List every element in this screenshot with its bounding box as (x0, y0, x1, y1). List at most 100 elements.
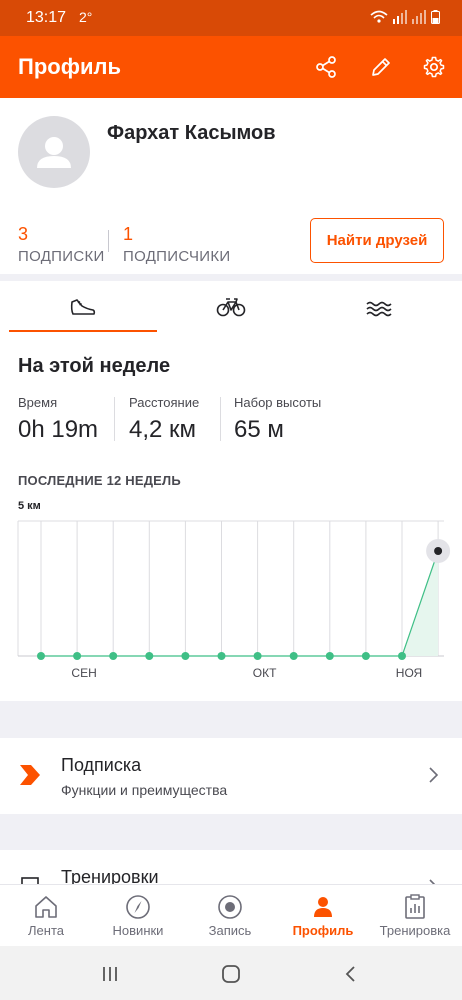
nav-label: Новинки (112, 923, 164, 938)
metric-value: 65 м (234, 416, 284, 443)
status-icons (370, 10, 440, 24)
followers-count: 1 (123, 224, 134, 244)
tab-swim[interactable] (305, 281, 453, 333)
nav-record[interactable]: Запись (184, 885, 276, 947)
chart-point (73, 652, 82, 660)
chart-series-line (41, 550, 439, 657)
sport-tabs (0, 281, 462, 333)
tab-ride[interactable] (157, 281, 305, 333)
find-friends-button[interactable]: Найти друзей (310, 218, 444, 263)
clipboard-chart-icon (405, 894, 425, 919)
signal-2-icon (412, 10, 426, 24)
signal-icon (393, 10, 407, 24)
wifi-icon (370, 10, 388, 23)
share-icon (316, 56, 336, 78)
section-divider (0, 274, 462, 281)
chart-point (361, 652, 370, 660)
metric-label: Набор высоты (234, 395, 322, 410)
status-bar: 13:17 2° (0, 0, 462, 36)
this-week-section: На этой неделе Время 0h 19m Расстояние 4… (0, 333, 462, 701)
following-count: 3 (18, 224, 29, 244)
nav-profile[interactable]: Профиль (277, 885, 369, 947)
stat-divider (108, 230, 109, 252)
home-icon (35, 896, 57, 918)
nav-label: Тренировка (379, 923, 451, 938)
subscription-description: Функции и преимущества (61, 782, 228, 798)
metric-divider (220, 397, 221, 441)
following-label: ПОДПИСКИ (18, 248, 105, 265)
pencil-icon (372, 58, 390, 76)
nav-label: Запись (208, 923, 252, 938)
subscription-chevron-logo-icon (20, 765, 40, 785)
chart-point-current-week (434, 547, 443, 555)
run-shoe-icon (70, 299, 96, 315)
subscription-row[interactable]: Подписка Функции и преимущества (0, 738, 462, 814)
app-bar: Профиль (0, 36, 462, 98)
back-button[interactable] (330, 960, 370, 988)
default-avatar-icon (37, 137, 71, 168)
chart-tick-label: ОКТ (253, 666, 277, 680)
chart-point (289, 652, 298, 660)
chart-y-axis-label: 5 км (18, 500, 41, 512)
recent-apps-button[interactable] (90, 960, 130, 988)
chart-area (41, 551, 439, 656)
person-icon (314, 897, 332, 917)
followers-stat[interactable]: 1 ПОДПИСЧИКИ (123, 224, 230, 265)
home-square-icon (222, 965, 240, 983)
chart-point (37, 652, 45, 660)
metric-value: 0h 19m (18, 416, 99, 443)
chart-point (181, 652, 190, 660)
metric-divider (114, 397, 115, 441)
metric-label: Расстояние (129, 395, 200, 410)
home-button[interactable] (211, 960, 251, 988)
back-icon (345, 966, 355, 982)
nav-label: Профиль (292, 923, 354, 938)
page-title: Профиль (18, 54, 121, 79)
subscription-title: Подписка (61, 755, 142, 775)
following-stat[interactable]: 3 ПОДПИСКИ (18, 224, 105, 265)
nav-training[interactable]: Тренировка (369, 885, 461, 947)
gear-icon (423, 56, 445, 78)
chart-tick-label: СЕН (71, 666, 96, 680)
status-extra: 2° (79, 9, 93, 25)
profile-header: Фархат Касымов 3 ПОДПИСКИ 1 ПОДПИСЧИКИ Н… (0, 98, 462, 274)
tab-indicator (9, 330, 157, 332)
chart-heading: ПОСЛЕДНИЕ 12 НЕДЕЛЬ (18, 473, 181, 488)
bicycle-icon (216, 298, 246, 317)
metric-label: Время (18, 395, 58, 410)
chart-point (217, 652, 226, 660)
this-week-title: На этой неделе (18, 355, 171, 377)
chart-point (253, 652, 262, 660)
recent-apps-icon (103, 967, 117, 981)
weekly-distance-chart[interactable]: 5 км СЕН ОКТ НОЯ (0, 493, 462, 693)
share-button[interactable] (311, 52, 341, 82)
nav-feed[interactable]: Лента (0, 885, 92, 947)
nav-label: Лента (28, 923, 64, 938)
chart-point (109, 652, 118, 660)
chevron-right-icon (429, 767, 439, 783)
metric-value: 4,2 км (129, 416, 197, 443)
compass-icon (126, 895, 150, 919)
chart-point (325, 652, 334, 660)
section-gap (0, 701, 462, 738)
system-nav-bar (0, 946, 462, 1000)
profile-name: Фархат Касымов (107, 122, 276, 144)
chart-point (145, 652, 154, 660)
settings-button[interactable] (419, 52, 449, 82)
battery-icon (431, 10, 440, 24)
metric-elevation: Набор высоты 65 м (234, 395, 321, 444)
record-icon (218, 895, 242, 919)
tab-run[interactable] (9, 281, 157, 333)
section-gap (0, 814, 462, 850)
avatar[interactable] (18, 116, 90, 188)
chart-tick-label: НОЯ (396, 666, 422, 680)
metric-time: Время 0h 19m (18, 395, 98, 444)
metric-distance: Расстояние 4,2 км (129, 395, 199, 444)
status-time: 13:17 (26, 9, 67, 26)
chart-point (398, 652, 406, 660)
nav-explore[interactable]: Новинки (92, 885, 184, 947)
edit-profile-button[interactable] (366, 52, 396, 82)
bottom-nav: Лента Новинки Запись Профиль Тренировка (0, 884, 462, 946)
swim-waves-icon (366, 301, 392, 317)
followers-label: ПОДПИСЧИКИ (123, 248, 231, 265)
